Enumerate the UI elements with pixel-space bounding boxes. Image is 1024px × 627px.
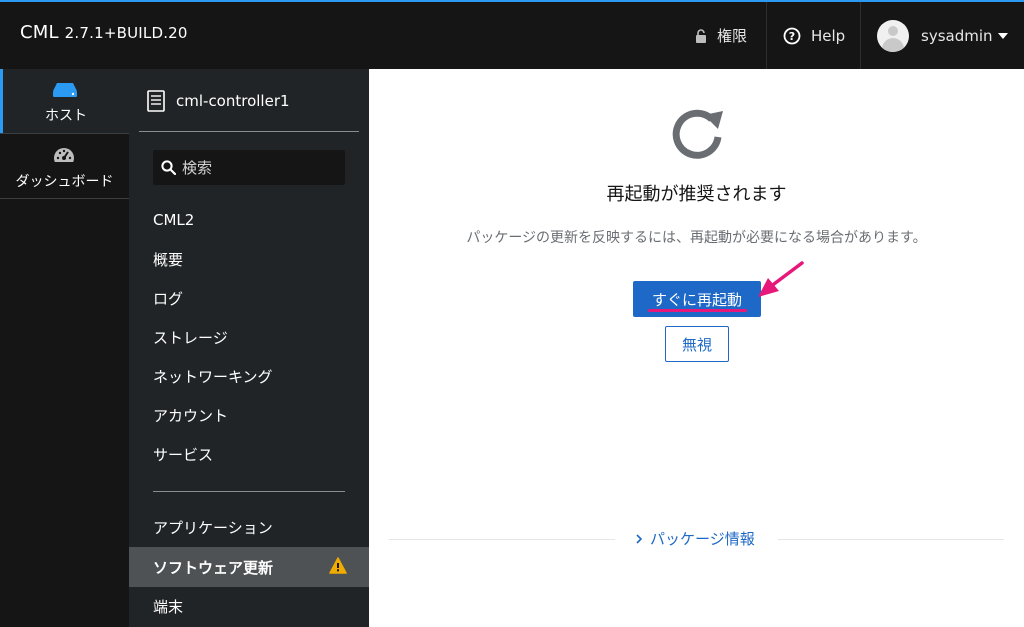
app-brand: CML 2.7.1+BUILD.20	[20, 22, 188, 43]
package-info-label: パッケージ情報	[650, 530, 755, 548]
nav-item-label: ストレージ	[153, 328, 228, 347]
nav-item-storage[interactable]: ストレージ	[129, 318, 369, 356]
server-icon	[53, 83, 77, 97]
app-version: 2.7.1+BUILD.20	[64, 24, 188, 42]
nav-item-terminal[interactable]: 端末	[129, 587, 369, 625]
dashboard-gauge-icon	[53, 148, 75, 165]
rail-divider	[0, 198, 129, 199]
rail-item-dashboard[interactable]: ダッシュボード	[0, 134, 129, 198]
search-icon	[161, 160, 176, 175]
nav-item-logs[interactable]: ログ	[129, 279, 369, 317]
help-label: Help	[811, 26, 846, 45]
header-divider	[860, 2, 861, 69]
host-sidebar: cml-controller1 CML2 概要 ログ ストレージ ネットワーキン…	[129, 69, 369, 627]
permissions-label: 権限	[717, 27, 748, 45]
nav-item-label: アカウント	[153, 406, 229, 425]
server-doc-icon	[147, 90, 165, 112]
nav-item-label: アプリケーション	[153, 518, 273, 537]
cockpit-app: CML 2.7.1+BUILD.20 権限 ? Help sysadmin ホス…	[0, 0, 1024, 627]
sidebar-divider	[153, 491, 345, 492]
user-name: sysadmin	[921, 26, 993, 45]
help-button[interactable]: ? Help	[783, 2, 845, 69]
app-rail: ホスト ダッシュボード	[0, 69, 129, 627]
nav-item-label: CML2	[153, 211, 195, 229]
app-name: CML	[20, 22, 59, 43]
search-input[interactable]	[182, 158, 332, 177]
page-title: 再起動が推奨されます	[606, 184, 787, 205]
nav-item-overview[interactable]: 概要	[129, 240, 369, 278]
nav-item-applications[interactable]: アプリケーション	[129, 508, 369, 546]
rail-item-label: ホスト	[45, 108, 87, 124]
nav-item-label: 端末	[153, 597, 184, 616]
nav-item-label: サービス	[153, 445, 214, 464]
help-icon: ?	[783, 27, 801, 44]
ignore-button[interactable]: 無視	[665, 326, 729, 362]
user-menu-button[interactable]: sysadmin	[877, 2, 1008, 69]
rail-item-label: ダッシュボード	[15, 174, 114, 190]
section-divider	[778, 539, 1004, 540]
device-header: cml-controller1	[147, 89, 290, 113]
package-info-toggle[interactable]: パッケージ情報	[635, 528, 755, 549]
rail-item-hosts[interactable]: ホスト	[0, 69, 129, 133]
svg-text:?: ?	[789, 30, 795, 43]
sidebar-search	[153, 150, 345, 185]
header-divider	[766, 2, 767, 69]
nav-item-label: 概要	[153, 250, 184, 269]
annotation-arrow-icon	[758, 261, 804, 297]
nav-item-label: ソフトウェア更新	[153, 558, 274, 577]
sidebar-divider	[139, 131, 359, 132]
caret-down-icon	[997, 32, 1008, 39]
nav-item-label: ログ	[153, 289, 184, 308]
nav-item-accounts[interactable]: アカウント	[129, 396, 369, 434]
software-updates-panel: 再起動が推奨されます パッケージの更新を反映するには、再起動が必要になる場合があ…	[369, 69, 1024, 627]
warning-icon	[329, 557, 347, 574]
device-name: cml-controller1	[176, 92, 290, 110]
nav-item-networking[interactable]: ネットワーキング	[129, 357, 369, 395]
nav-item-cml2[interactable]: CML2	[129, 201, 369, 239]
nav-item-software-updates[interactable]: ソフトウェア更新	[129, 547, 369, 587]
permissions-button[interactable]: 権限	[695, 2, 747, 69]
restart-description: パッケージの更新を反映するには、再起動が必要になる場合があります。	[466, 230, 927, 246]
section-divider	[389, 539, 615, 540]
nav-item-label: ネットワーキング	[153, 367, 273, 386]
avatar	[877, 19, 909, 52]
reload-icon	[672, 109, 723, 159]
highlight-underline	[648, 309, 747, 312]
chevron-right-icon	[636, 533, 643, 544]
top-header: CML 2.7.1+BUILD.20 権限 ? Help sysadmin	[0, 2, 1024, 69]
lock-icon	[696, 28, 706, 43]
nav-item-services[interactable]: サービス	[129, 435, 369, 473]
